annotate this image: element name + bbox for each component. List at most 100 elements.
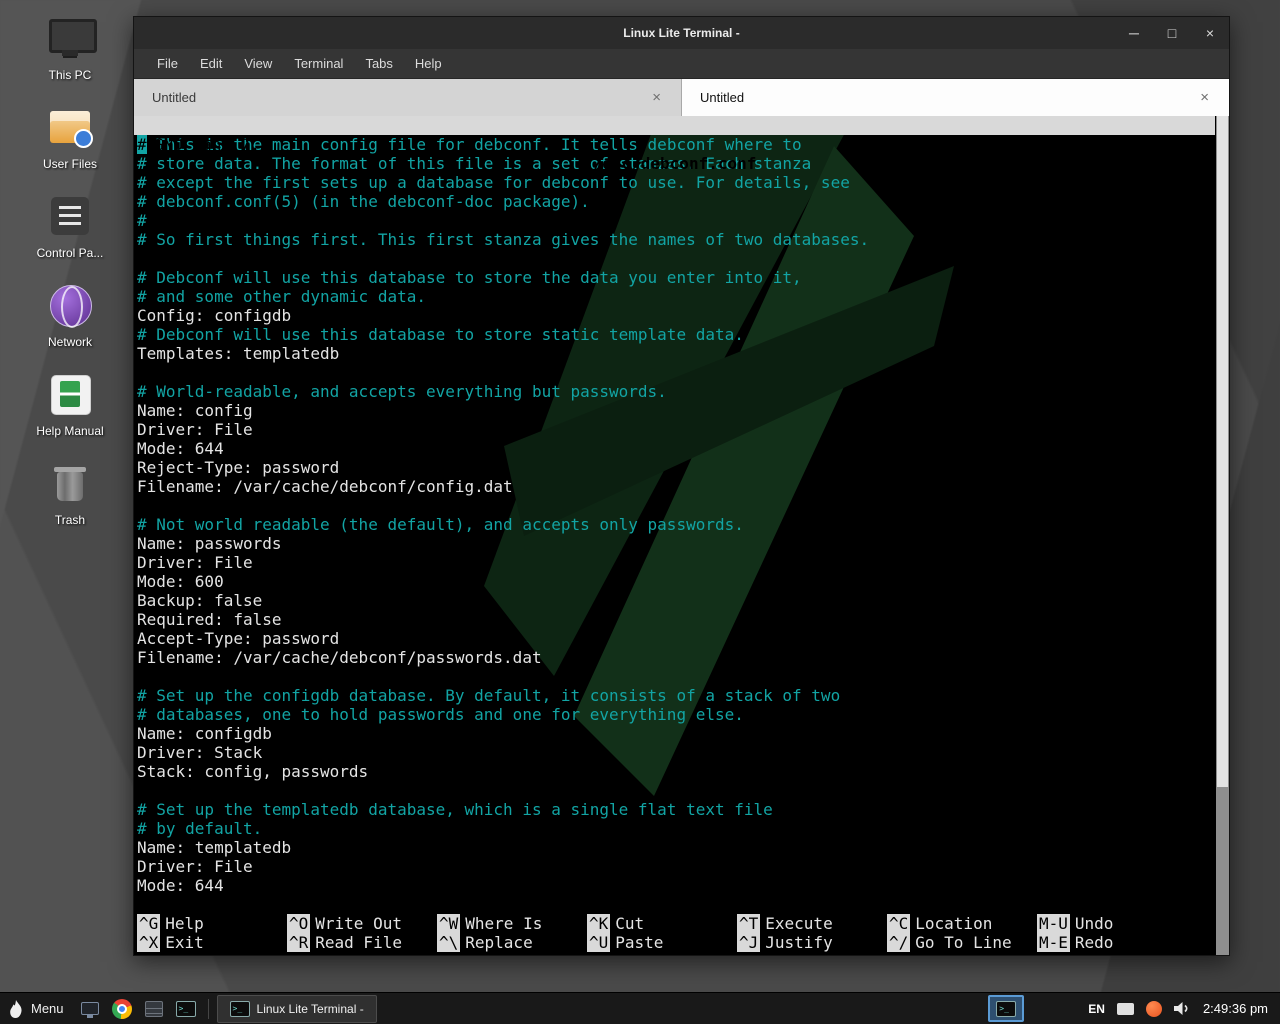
terminal-window: Linux Lite Terminal - ─ □ × FileEditView… <box>133 16 1230 956</box>
shortcut-row-2: ^XExit^RRead File^\Replace^UPaste^JJusti… <box>137 933 1215 952</box>
shortcut-label: Where Is <box>465 914 542 933</box>
maximize-button[interactable]: □ <box>1163 25 1181 41</box>
terminal-line: Backup: false <box>137 591 1215 610</box>
terminal-line <box>137 496 1215 515</box>
shortcut-exit: ^XExit <box>137 933 287 952</box>
terminal-line: Name: passwords <box>137 534 1215 553</box>
terminal-line: # Debconf will use this database to stor… <box>137 325 1215 344</box>
terminal-line: Mode: 600 <box>137 572 1215 591</box>
file-manager-icon <box>145 1001 163 1017</box>
shortcut-key: M-E <box>1037 933 1070 952</box>
menu-edit[interactable]: Edit <box>189 49 233 78</box>
terminal-line: Reject-Type: password <box>137 458 1215 477</box>
terminal-icon: >_ <box>176 1001 196 1017</box>
clock[interactable]: 2:49:36 pm <box>1203 1001 1268 1016</box>
updates-indicator[interactable] <box>1146 1001 1162 1017</box>
shortcut-label: Go To Line <box>915 933 1011 952</box>
this-pc-icon <box>46 14 94 62</box>
shortcut-key: M-U <box>1037 914 1070 933</box>
window-titlebar[interactable]: Linux Lite Terminal - ─ □ × <box>134 17 1229 49</box>
desktop-icon-list: This PC User Files Control Pa... Network Hel… <box>24 14 116 548</box>
show-desktop-button[interactable] <box>77 996 103 1022</box>
terminal-line: Config: configdb <box>137 306 1215 325</box>
terminal-line: # debconf.conf(5) (in the debconf-doc pa… <box>137 192 1215 211</box>
shortcut-label: Redo <box>1075 933 1114 952</box>
terminal-line: Filename: /var/cache/debconf/config.dat <box>137 477 1215 496</box>
terminal-line: # Debconf will use this database to stor… <box>137 268 1215 287</box>
scrollbar-thumb[interactable] <box>1217 116 1228 787</box>
terminal-line: # databases, one to hold passwords and o… <box>137 705 1215 724</box>
shortcut-redo: M-E Redo <box>1037 933 1187 952</box>
terminal-line: Mode: 644 <box>137 439 1215 458</box>
user-files-icon <box>46 103 94 151</box>
menu-tabs[interactable]: Tabs <box>354 49 403 78</box>
terminal-line <box>137 667 1215 686</box>
desktop-icon-label: Help Manual <box>24 424 116 438</box>
language-label: EN <box>1088 1002 1105 1016</box>
desktop-icon-label: Network <box>24 335 116 349</box>
terminal-line: # Set up the templatedb database, which … <box>137 800 1215 819</box>
terminal-line: # by default. <box>137 819 1215 838</box>
file-manager-launcher[interactable] <box>141 996 167 1022</box>
terminal-line: Accept-Type: password <box>137 629 1215 648</box>
shortcut-label: Write Out <box>315 914 402 933</box>
tray-terminal-indicator[interactable]: >_ <box>988 995 1024 1022</box>
menu-file[interactable]: File <box>146 49 189 78</box>
shortcut-key: ^\ <box>437 933 460 952</box>
shortcut-key: ^T <box>737 914 760 933</box>
desktop-icon-trash[interactable]: Trash <box>24 459 116 527</box>
menu-terminal[interactable]: Terminal <box>283 49 354 78</box>
terminal-line: Driver: Stack <box>137 743 1215 762</box>
desktop-icon-this-pc[interactable]: This PC <box>24 14 116 82</box>
close-button[interactable]: × <box>1201 25 1219 41</box>
shortcut-label: Location <box>915 914 992 933</box>
desktop-icon-network[interactable]: Network <box>24 281 116 349</box>
shortcut-label: Undo <box>1075 914 1114 933</box>
menu-help[interactable]: Help <box>404 49 453 78</box>
shortcut-justify: ^JJustify <box>737 933 887 952</box>
shortcut-key: ^X <box>137 933 160 952</box>
task-button-terminal[interactable]: >_ Linux Lite Terminal - <box>217 995 377 1023</box>
desktop-icon-control-panel[interactable]: Control Pa... <box>24 192 116 260</box>
menu-view[interactable]: View <box>233 49 283 78</box>
shortcut-key: ^G <box>137 914 160 933</box>
shortcut-help: ^GHelp <box>137 914 287 933</box>
terminal-line: # So first things first. This first stan… <box>137 230 1215 249</box>
desktop-icon-user-files[interactable]: User Files <box>24 103 116 171</box>
shortcut-go-to-line: ^/Go To Line <box>887 933 1037 952</box>
scrollbar-track[interactable] <box>1216 116 1229 955</box>
terminal-line: Stack: config, passwords <box>137 762 1215 781</box>
shortcut-row-1: ^GHelp^OWrite Out^WWhere Is^KCut^TExecut… <box>137 914 1215 933</box>
terminal-line <box>137 363 1215 382</box>
keyboard-indicator[interactable] <box>1117 1003 1134 1015</box>
terminal-line: # except the first sets up a database fo… <box>137 173 1215 192</box>
nano-version: GNU nano 7.2 <box>154 135 270 154</box>
tab-close-icon[interactable]: × <box>1198 89 1211 106</box>
nano-body[interactable]: # This is the main config file for debco… <box>134 135 1215 914</box>
window-controls: ─ □ × <box>1125 17 1219 49</box>
terminal-view[interactable]: GNU nano 7.2 /etc/debconf.conf # This is… <box>134 116 1229 955</box>
shortcut-key: ^C <box>887 914 910 933</box>
chrome-launcher[interactable] <box>109 996 135 1022</box>
terminal-line: Mode: 644 <box>137 876 1215 895</box>
tab-1[interactable]: Untitled× <box>682 79 1229 116</box>
keyboard-layout-indicator[interactable]: EN <box>1088 1002 1105 1016</box>
speaker-icon <box>1174 1001 1191 1016</box>
terminal-icon: >_ <box>230 1001 250 1017</box>
terminal-line: Required: false <box>137 610 1215 629</box>
terminal-line: Templates: templatedb <box>137 344 1215 363</box>
terminal-line: Driver: File <box>137 420 1215 439</box>
tab-0[interactable]: Untitled× <box>134 79 682 116</box>
terminal-icon: >_ <box>996 1001 1016 1017</box>
desktop-icon-label: Control Pa... <box>24 246 116 260</box>
volume-control[interactable] <box>1174 1001 1191 1016</box>
terminal-line <box>137 781 1215 800</box>
desktop-icon-help-manual[interactable]: Help Manual <box>24 370 116 438</box>
nano-file-path: /etc/debconf.conf <box>134 154 1215 173</box>
terminal-line: Filename: /var/cache/debconf/passwords.d… <box>137 648 1215 667</box>
taskbar: Menu >_ >_ Linux Lite Terminal - >_ EN 2… <box>0 992 1280 1024</box>
tab-close-icon[interactable]: × <box>650 89 663 106</box>
terminal-launcher[interactable]: >_ <box>173 996 199 1022</box>
start-menu-button[interactable]: Menu <box>0 993 74 1024</box>
minimize-button[interactable]: ─ <box>1125 25 1143 41</box>
